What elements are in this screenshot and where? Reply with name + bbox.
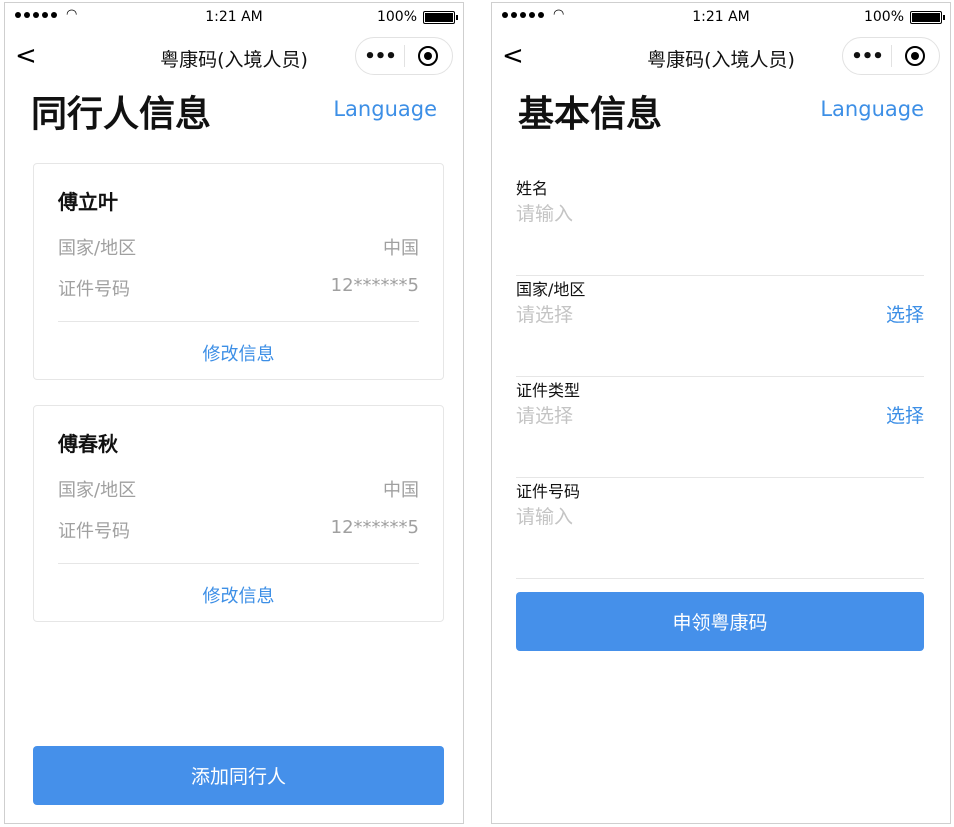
- status-bar: ◠ 1:21 AM 100%: [492, 3, 950, 33]
- id-row: 证件号码 12******5: [58, 517, 419, 543]
- name-field[interactable]: 姓名 请输入: [516, 175, 924, 276]
- region-label: 国家/地区: [58, 238, 137, 259]
- region-select[interactable]: 请选择: [516, 300, 573, 327]
- page-title: 基本信息: [518, 94, 663, 135]
- companion-card: 傅立叶 国家/地区 中国 证件号码 12******5 修改信息: [33, 163, 444, 380]
- id-number-field[interactable]: 证件号码 请输入: [516, 478, 924, 579]
- miniprogram-capsule: •••: [842, 37, 940, 75]
- page-title: 同行人信息: [31, 94, 212, 135]
- nav-bar: < 粤康码(入境人员) •••: [492, 33, 950, 81]
- language-link[interactable]: Language: [820, 97, 924, 121]
- page-header: 基本信息 Language: [492, 81, 950, 151]
- add-companion-button[interactable]: 添加同行人: [33, 746, 444, 805]
- card-divider: [58, 321, 419, 322]
- field-label: 证件号码: [516, 482, 581, 501]
- close-miniprogram-icon[interactable]: [892, 46, 939, 66]
- battery-percent: 100%: [863, 9, 904, 25]
- battery-icon: [423, 10, 458, 24]
- id-label: 证件号码: [58, 279, 130, 300]
- field-label: 国家/地区: [516, 280, 586, 299]
- edit-info-link[interactable]: 修改信息: [34, 582, 443, 608]
- region-label: 国家/地区: [58, 480, 137, 501]
- edit-info-link[interactable]: 修改信息: [34, 340, 443, 366]
- more-icon[interactable]: •••: [843, 46, 891, 67]
- nav-bar: < 粤康码(入境人员) •••: [5, 33, 463, 81]
- region-value: 中国: [383, 480, 419, 501]
- id-number-input[interactable]: 请输入: [516, 502, 573, 529]
- apply-code-button[interactable]: 申领粤康码: [516, 592, 924, 651]
- page-header: 同行人信息 Language: [5, 81, 463, 151]
- id-value: 12******5: [330, 275, 419, 296]
- companion-info-screen: ◠ 1:21 AM 100% < 粤康码(入境人员) ••• 同行人信息 Lan…: [4, 2, 464, 824]
- region-value: 中国: [383, 238, 419, 259]
- region-row: 国家/地区 中国: [58, 476, 419, 502]
- region-select-link[interactable]: 选择: [886, 300, 924, 327]
- companion-name: 傅春秋: [58, 432, 118, 456]
- companion-name: 傅立叶: [58, 190, 118, 214]
- card-divider: [58, 563, 419, 564]
- companion-card: 傅春秋 国家/地区 中国 证件号码 12******5 修改信息: [33, 405, 444, 622]
- field-label: 证件类型: [516, 381, 581, 400]
- id-row: 证件号码 12******5: [58, 275, 419, 301]
- id-type-select-link[interactable]: 选择: [886, 401, 924, 428]
- field-label: 姓名: [516, 179, 549, 198]
- id-type-field[interactable]: 证件类型 请选择 选择: [516, 377, 924, 478]
- battery-percent: 100%: [376, 9, 417, 25]
- basic-info-screen: ◠ 1:21 AM 100% < 粤康码(入境人员) ••• 基本信息 Lang…: [491, 2, 951, 824]
- name-input[interactable]: 请输入: [516, 199, 573, 226]
- more-icon[interactable]: •••: [356, 46, 404, 67]
- close-miniprogram-icon[interactable]: [405, 46, 452, 66]
- id-value: 12******5: [330, 517, 419, 538]
- region-field[interactable]: 国家/地区 请选择 选择: [516, 276, 924, 377]
- language-link[interactable]: Language: [333, 97, 437, 121]
- miniprogram-capsule: •••: [355, 37, 453, 75]
- id-type-select[interactable]: 请选择: [516, 401, 573, 428]
- region-row: 国家/地区 中国: [58, 234, 419, 260]
- status-bar: ◠ 1:21 AM 100%: [5, 3, 463, 33]
- id-label: 证件号码: [58, 521, 130, 542]
- battery-icon: [910, 10, 945, 24]
